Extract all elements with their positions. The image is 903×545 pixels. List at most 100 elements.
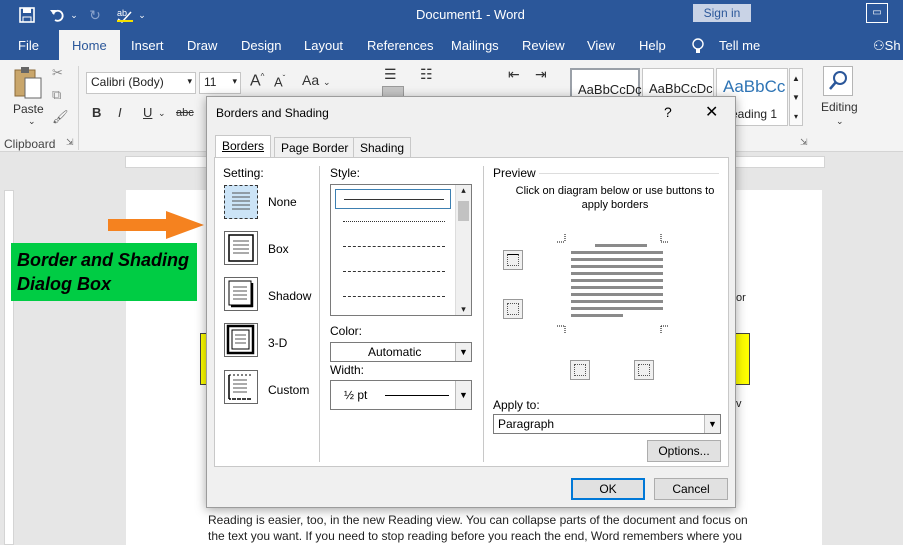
paste-label[interactable]: Paste	[13, 102, 44, 116]
editing-label[interactable]: Editing	[821, 100, 858, 114]
column-divider	[319, 166, 320, 462]
line-style-small-dash[interactable]	[335, 237, 451, 257]
ribbon-tabs: File Home Insert Draw Design Layout Refe…	[0, 30, 903, 60]
chevron-down-icon: ▼	[704, 415, 720, 433]
scroll-thumb[interactable]	[458, 201, 469, 221]
clipboard-launcher-icon[interactable]: ⇲	[66, 137, 74, 148]
paste-dropdown-icon[interactable]: ⌄	[28, 116, 36, 127]
styles-gallery-scroll[interactable]: ▲ ▼ ▾	[789, 68, 803, 126]
italic-button[interactable]: I	[118, 105, 122, 120]
line-style-scrollbar[interactable]: ▴ ▾	[455, 185, 471, 315]
color-label: Color:	[330, 324, 363, 338]
font-name-value: Calibri (Body)	[91, 75, 164, 89]
line-style-dotted[interactable]	[335, 212, 451, 232]
tab-home[interactable]: Home	[59, 30, 120, 60]
inside-horizontal-border-button[interactable]	[503, 299, 523, 319]
decrease-indent-icon[interactable]: ⇤	[508, 66, 520, 83]
underline-dropdown-icon[interactable]: ⌄	[158, 108, 166, 119]
document-trailing-text-2: v	[736, 398, 742, 410]
editing-dropdown-icon[interactable]: ⌄	[836, 116, 844, 127]
column-divider	[483, 166, 484, 462]
undo-icon[interactable]	[46, 4, 68, 26]
tell-me-search[interactable]: Tell me	[719, 38, 760, 53]
line-style-dash[interactable]	[335, 262, 451, 282]
tab-draw[interactable]: Draw	[187, 38, 217, 53]
color-dropdown[interactable]: Automatic ▼	[330, 342, 472, 362]
options-button[interactable]: Options...	[647, 440, 721, 462]
width-dropdown[interactable]: ½ pt ▼	[330, 380, 472, 410]
setting-shadow-label[interactable]: Shadow	[268, 289, 311, 303]
sign-in-button[interactable]: Sign in	[693, 4, 751, 22]
setting-shadow-icon[interactable]	[224, 277, 258, 311]
scroll-up-icon[interactable]: ▴	[456, 185, 471, 196]
svg-text:ab: ab	[117, 8, 127, 18]
close-button[interactable]: ✕	[705, 102, 718, 122]
increase-indent-icon[interactable]: ⇥	[535, 66, 547, 83]
spelling-check-icon[interactable]: ab	[114, 4, 136, 26]
setting-3d-icon[interactable]	[224, 323, 258, 357]
tab-file[interactable]: File	[18, 38, 39, 53]
find-icon[interactable]	[823, 66, 853, 96]
tab-references[interactable]: References	[367, 38, 433, 53]
font-size-combo[interactable]: 11 ▾	[199, 72, 241, 94]
underline-button[interactable]: U	[143, 105, 152, 120]
line-style-solid[interactable]	[335, 189, 451, 209]
tab-mailings[interactable]: Mailings	[451, 38, 499, 53]
width-line-sample	[385, 395, 449, 396]
document-trailing-text: or	[736, 292, 746, 304]
bullets-icon[interactable]: ☰	[384, 66, 397, 83]
preview-diagram[interactable]	[555, 234, 671, 334]
chevron-down-icon: ▾	[232, 76, 237, 86]
document-body-text[interactable]: Reading is easier, too, in the new Readi…	[208, 512, 748, 544]
customize-qat-icon[interactable]: ⌄	[137, 4, 147, 26]
tab-insert[interactable]: Insert	[131, 38, 164, 53]
tab-view[interactable]: View	[587, 38, 615, 53]
save-icon[interactable]	[16, 4, 38, 26]
tab-design[interactable]: Design	[241, 38, 281, 53]
setting-custom-icon[interactable]	[224, 370, 258, 404]
annotation-arrow-icon	[108, 210, 208, 243]
left-border-button[interactable]	[570, 360, 590, 380]
ribbon-display-options-icon[interactable]: ▭	[866, 3, 888, 23]
undo-dropdown-icon[interactable]: ⌄	[69, 4, 79, 26]
ok-button[interactable]: OK	[571, 478, 645, 500]
paste-icon[interactable]	[12, 66, 44, 102]
setting-none-label[interactable]: None	[268, 195, 297, 209]
setting-box-label[interactable]: Box	[268, 242, 289, 256]
strikethrough-button[interactable]: abc	[176, 107, 194, 119]
setting-none-icon[interactable]	[224, 185, 258, 219]
apply-to-label: Apply to:	[493, 398, 540, 412]
line-style-list[interactable]: ▴ ▾	[330, 184, 472, 316]
shrink-font-icon[interactable]: Aˇ	[274, 74, 285, 89]
color-value: Automatic	[368, 345, 422, 359]
setting-box-icon[interactable]	[224, 231, 258, 265]
numbering-icon[interactable]: ☷	[420, 66, 433, 83]
format-painter-icon[interactable]: 🖌	[52, 109, 69, 125]
apply-to-dropdown[interactable]: Paragraph ▼	[493, 414, 721, 434]
tab-borders[interactable]: Borders	[215, 135, 272, 159]
setting-custom-label[interactable]: Custom	[268, 383, 309, 397]
right-border-button[interactable]	[634, 360, 654, 380]
tab-page-border[interactable]: Page Border	[274, 137, 356, 158]
font-name-combo[interactable]: Calibri (Body) ▾	[86, 72, 196, 94]
setting-3d-label[interactable]: 3-D	[268, 336, 287, 350]
help-button[interactable]: ?	[664, 104, 672, 120]
top-border-button[interactable]	[503, 250, 523, 270]
line-style-dash-dot[interactable]	[335, 287, 451, 307]
style-label: Style:	[330, 166, 361, 180]
copy-icon[interactable]: ⧉	[52, 87, 61, 103]
tab-layout[interactable]: Layout	[304, 38, 343, 53]
tab-shading[interactable]: Shading	[353, 137, 412, 158]
share-button[interactable]: ⚇Sh	[873, 38, 901, 54]
scroll-down-icon[interactable]: ▾	[456, 304, 471, 315]
cut-icon[interactable]: ✂	[52, 65, 63, 81]
change-case-icon[interactable]: Aa ⌄	[302, 72, 331, 88]
tab-help[interactable]: Help	[639, 38, 666, 53]
styles-launcher-icon[interactable]: ⇲	[800, 137, 808, 148]
chevron-down-icon: ▾	[187, 76, 192, 86]
bold-button[interactable]: B	[92, 105, 101, 120]
cancel-button[interactable]: Cancel	[654, 478, 728, 500]
share-label: Sh	[884, 38, 901, 53]
grow-font-icon[interactable]: A^	[250, 72, 264, 90]
tab-review[interactable]: Review	[522, 38, 565, 53]
